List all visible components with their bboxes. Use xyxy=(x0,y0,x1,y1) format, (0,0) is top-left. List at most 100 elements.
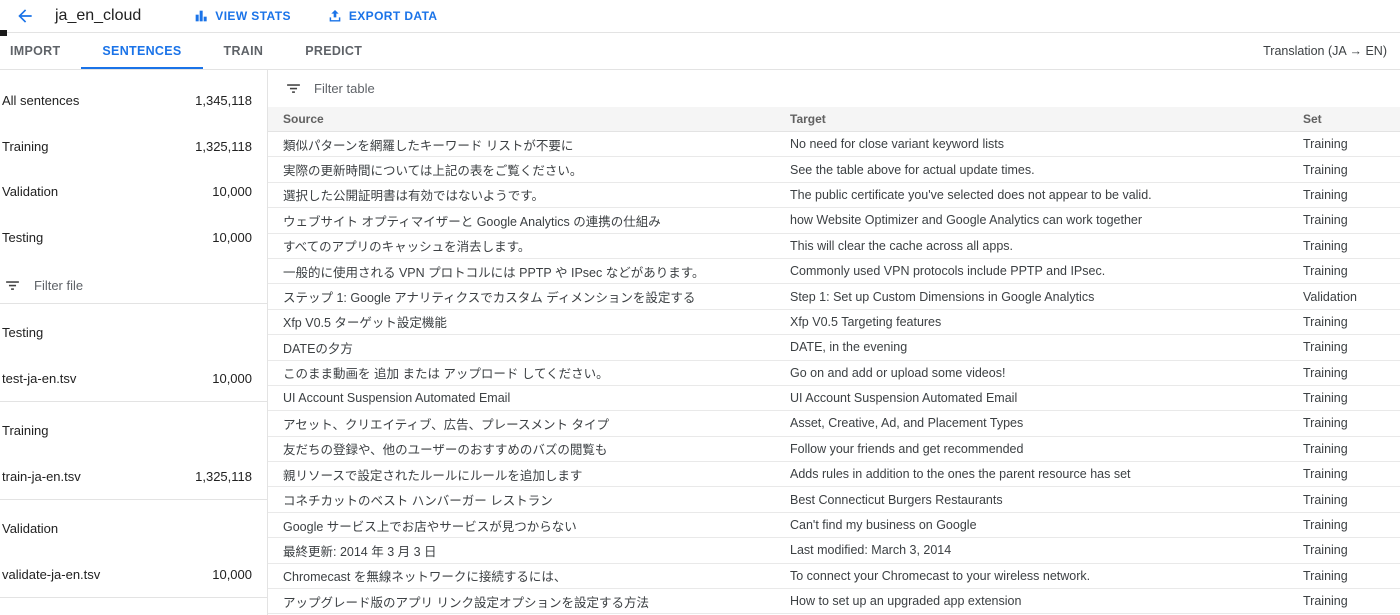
filter-file-row xyxy=(0,268,267,304)
source-cell: アップグレード版のアプリ リンク設定オプションを設定する方法 xyxy=(283,592,790,611)
file-count: 10,000 xyxy=(212,371,252,386)
target-cell: how Website Optimizer and Google Analyti… xyxy=(790,213,1303,227)
tab-bar: IMPORTSENTENCESTRAINPREDICT Translation … xyxy=(0,33,1400,70)
sidebar-stat-validation[interactable]: Validation10,000 xyxy=(0,169,267,215)
source-cell: 友だちの登録や、他のユーザーのおすすめのバズの閲覧も xyxy=(283,439,790,458)
source-cell: 最終更新: 2014 年 3 月 3 日 xyxy=(283,541,790,560)
filter-icon xyxy=(285,80,302,97)
table-row[interactable]: アセット、クリエイティブ、広告、プレースメント タイプAsset, Creati… xyxy=(268,411,1400,436)
source-cell: すべてのアプリのキャッシュを消去します。 xyxy=(283,236,790,255)
table-row[interactable]: Chromecast を無線ネットワークに接続するには、To connect y… xyxy=(268,564,1400,589)
target-cell: DATE, in the evening xyxy=(790,340,1303,354)
table-row[interactable]: UI Account Suspension Automated EmailUI … xyxy=(268,386,1400,411)
back-button[interactable] xyxy=(12,3,38,29)
arrow-back-icon xyxy=(15,6,35,26)
section-label: Validation xyxy=(2,521,58,536)
set-cell: Training xyxy=(1303,594,1400,608)
file-group-validation: Validation validate-ja-en.tsv10,000 xyxy=(0,500,267,598)
set-cell: Training xyxy=(1303,493,1400,507)
stat-count: 1,325,118 xyxy=(195,139,252,154)
tab-import[interactable]: IMPORT xyxy=(0,33,81,69)
source-cell: このまま動画を 追加 または アップロード してください。 xyxy=(283,363,790,382)
set-cell: Training xyxy=(1303,264,1400,278)
target-cell: Last modified: March 3, 2014 xyxy=(790,543,1303,557)
table-header: Source Target Set xyxy=(268,107,1400,132)
source-cell: Google サービス上でお店やサービスが見つからない xyxy=(283,516,790,535)
sentences-panel: Source Target Set 類似パターンを網羅したキーワード リストが不… xyxy=(268,70,1400,615)
table-row[interactable]: Google サービス上でお店やサービスが見つからないCan't find my… xyxy=(268,513,1400,538)
sidebar-file-train-ja-en-tsv[interactable]: train-ja-en.tsv 1,325,118 xyxy=(0,454,267,500)
source-cell: 一般的に使用される VPN プロトコルには PPTP や IPsec などがあり… xyxy=(283,262,790,281)
table-row[interactable]: ウェブサイト オプティマイザーと Google Analytics の連携の仕組… xyxy=(268,208,1400,233)
table-row[interactable]: 選択した公開証明書は有効ではないようです。The public certific… xyxy=(268,183,1400,208)
set-cell: Training xyxy=(1303,137,1400,151)
stat-count: 1,345,118 xyxy=(195,93,252,108)
page-title: ja_en_cloud xyxy=(55,7,141,25)
table-row[interactable]: Xfp V0.5 ターゲット設定機能Xfp V0.5 Targeting fea… xyxy=(268,310,1400,335)
tab-train[interactable]: TRAIN xyxy=(203,33,285,69)
stat-count: 10,000 xyxy=(212,184,252,199)
source-cell: 類似パターンを網羅したキーワード リストが不要に xyxy=(283,135,790,154)
automl-dataset-page: ja_en_cloud VIEW STATS EXPORT DATA xyxy=(0,0,1400,615)
tab-predict[interactable]: PREDICT xyxy=(284,33,383,69)
file-name: train-ja-en.tsv xyxy=(2,469,81,484)
set-cell: Training xyxy=(1303,213,1400,227)
target-cell: Step 1: Set up Custom Dimensions in Goog… xyxy=(790,290,1303,304)
filter-table-row xyxy=(268,70,1400,107)
filter-file-input[interactable] xyxy=(34,278,267,293)
content-area: All sentences1,345,118 Training 1,325,118 V… xyxy=(0,70,1400,615)
sidebar-stat-all-sentences[interactable]: All sentences1,345,118 xyxy=(0,78,267,124)
view-stats-button[interactable]: VIEW STATS xyxy=(193,0,291,32)
source-cell: 実際の更新時間については上記の表をご覧ください。 xyxy=(283,160,790,179)
table-row[interactable]: 一般的に使用される VPN プロトコルには PPTP や IPsec などがあり… xyxy=(268,259,1400,284)
table-row[interactable]: アップグレード版のアプリ リンク設定オプションを設定する方法How to set… xyxy=(268,589,1400,614)
target-cell: Asset, Creative, Ad, and Placement Types xyxy=(790,416,1303,430)
target-cell: Can't find my business on Google xyxy=(790,518,1303,532)
source-cell: DATEの夕方 xyxy=(283,338,790,357)
target-cell: The public certificate you've selected d… xyxy=(790,188,1303,202)
target-cell: Follow your friends and get recommended xyxy=(790,442,1303,456)
target-cell: This will clear the cache across all app… xyxy=(790,239,1303,253)
sidebar-file-test-ja-en-tsv[interactable]: test-ja-en.tsv10,000 xyxy=(0,356,267,402)
set-cell: Training xyxy=(1303,518,1400,532)
target-cell: No need for close variant keyword lists xyxy=(790,137,1303,151)
export-data-button[interactable]: EXPORT DATA xyxy=(327,0,438,32)
table-row[interactable]: このまま動画を 追加 または アップロード してください。Go on and a… xyxy=(268,361,1400,386)
sidebar-stat-testing[interactable]: Testing10,000 xyxy=(0,215,267,261)
target-cell: How to set up an upgraded app extension xyxy=(790,594,1303,608)
table-row[interactable]: コネチカットのベスト ハンバーガー レストランBest Connecticut … xyxy=(268,487,1400,512)
table-row[interactable]: 親リソースで設定されたルールにルールを追加しますAdds rules in ad… xyxy=(268,462,1400,487)
column-header-set: Set xyxy=(1303,112,1400,126)
target-cell: Best Connecticut Burgers Restaurants xyxy=(790,493,1303,507)
set-cell: Training xyxy=(1303,340,1400,354)
set-cell: Training xyxy=(1303,442,1400,456)
set-cell: Training xyxy=(1303,239,1400,253)
set-cell: Training xyxy=(1303,391,1400,405)
sidebar-section-testing: Testing xyxy=(0,310,267,356)
column-header-target: Target xyxy=(790,112,1303,126)
sidebar-file-validate-ja-en-tsv[interactable]: validate-ja-en.tsv10,000 xyxy=(0,552,267,598)
table-row[interactable]: 実際の更新時間については上記の表をご覧ください。See the table ab… xyxy=(268,157,1400,182)
set-cell: Training xyxy=(1303,467,1400,481)
set-cell: Training xyxy=(1303,163,1400,177)
set-cell: Training xyxy=(1303,315,1400,329)
set-cell: Training xyxy=(1303,188,1400,202)
table-row[interactable]: すべてのアプリのキャッシュを消去します。This will clear the … xyxy=(268,234,1400,259)
source-cell: コネチカットのベスト ハンバーガー レストラン xyxy=(283,490,790,509)
table-row[interactable]: ステップ 1: Google アナリティクスでカスタム ディメンションを設定する… xyxy=(268,284,1400,309)
tab-list: IMPORTSENTENCESTRAINPREDICT xyxy=(0,33,383,69)
stat-count: 10,000 xyxy=(212,230,252,245)
sidebar-stat-training[interactable]: Training 1,325,118 xyxy=(0,124,267,170)
target-cell: UI Account Suspension Automated Email xyxy=(790,391,1303,405)
table-row[interactable]: 最終更新: 2014 年 3 月 3 日Last modified: March… xyxy=(268,538,1400,563)
tab-sentences[interactable]: SENTENCES xyxy=(81,33,202,69)
file-count: 1,325,118 xyxy=(195,469,252,484)
stat-label: Training xyxy=(2,139,48,154)
file-count: 10,000 xyxy=(212,567,252,582)
table-row[interactable]: 友だちの登録や、他のユーザーのおすすめのバズの閲覧もFollow your fr… xyxy=(268,437,1400,462)
filter-table-input[interactable] xyxy=(314,81,1400,96)
table-row[interactable]: 類似パターンを網羅したキーワード リストが不要にNo need for clos… xyxy=(268,132,1400,157)
table-row[interactable]: DATEの夕方DATE, in the eveningTraining xyxy=(268,335,1400,360)
source-cell: UI Account Suspension Automated Email xyxy=(283,391,790,405)
target-cell: Go on and add or upload some videos! xyxy=(790,366,1303,380)
